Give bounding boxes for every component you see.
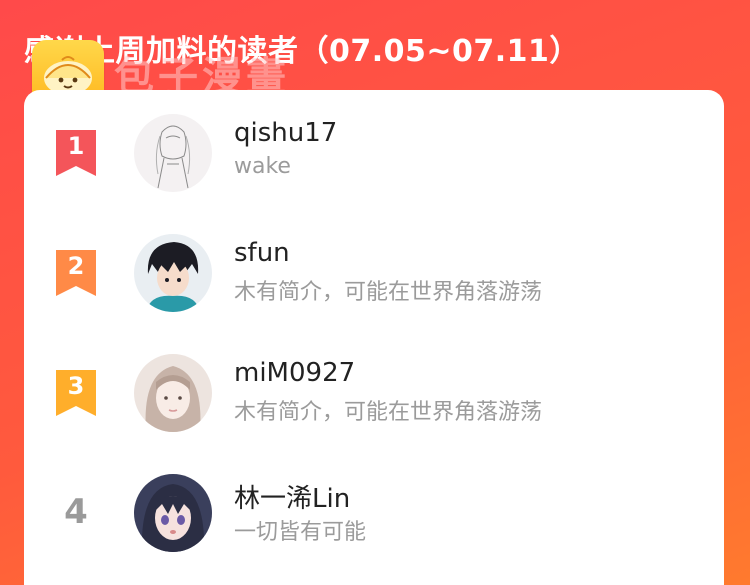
reader-name: 林一浠Lin <box>234 484 351 514</box>
reader-row-4[interactable]: 4 林一浠Lin 一切皆有可能 <box>24 452 724 552</box>
reader-bio: 木有简介，可能在世界角落游荡 <box>234 400 543 425</box>
reader-name: qishu17 <box>234 118 338 148</box>
avatar[interactable] <box>134 234 212 312</box>
rank-ribbon-icon: 3 <box>56 370 96 416</box>
reader-list-card: 1 qishu17 wake 2 sfun 木有简介，可能在世界角落游荡 3 m… <box>24 90 724 585</box>
reader-name: sfun <box>234 238 290 268</box>
rank-number: 2 <box>67 252 85 280</box>
rank-ribbon-icon: 1 <box>56 130 96 176</box>
avatar[interactable] <box>134 114 212 192</box>
reader-name: miM0927 <box>234 358 356 388</box>
avatar[interactable] <box>134 474 212 552</box>
page: 感谢上周加料的读者（07.05~07.11） 包子漫畫 1 qishu17 wa… <box>0 0 750 585</box>
reader-bio: wake <box>234 154 291 179</box>
reader-row-1[interactable]: 1 qishu17 wake <box>24 92 724 192</box>
avatar[interactable] <box>134 354 212 432</box>
reader-bio: 一切皆有可能 <box>234 520 367 545</box>
reader-row-3[interactable]: 3 miM0927 木有简介，可能在世界角落游荡 <box>24 332 724 432</box>
reader-row-2[interactable]: 2 sfun 木有简介，可能在世界角落游荡 <box>24 212 724 312</box>
rank-number: 1 <box>67 132 85 160</box>
rank-number: 3 <box>67 372 85 400</box>
rank-ribbon-icon: 2 <box>56 250 96 296</box>
reader-bio: 木有简介，可能在世界角落游荡 <box>234 280 543 305</box>
rank-number: 4 <box>64 492 88 532</box>
